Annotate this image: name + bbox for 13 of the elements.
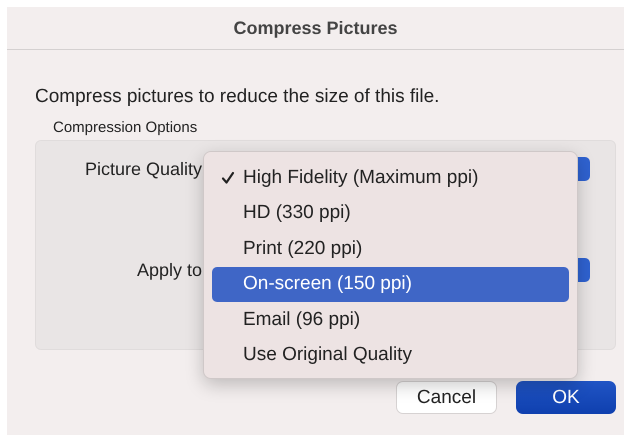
field-label: Picture Quality (84, 158, 202, 180)
window-title: Compress Pictures (233, 18, 398, 38)
menu-item[interactable]: High Fidelity (Maximum ppi) (212, 160, 569, 196)
ok-button[interactable]: OK (516, 381, 616, 414)
description-text: Compress pictures to reduce the size of this file. (35, 86, 440, 108)
menu-item[interactable]: Print (220 ppi) (212, 231, 569, 266)
menu-item[interactable]: HD (330 ppi) (212, 196, 569, 231)
menu-item[interactable]: Use Original Quality (212, 338, 569, 373)
group-title: Compression Options (53, 119, 198, 136)
menu-item[interactable]: Email (96 ppi) (212, 302, 569, 338)
cancel-button[interactable]: Cancel (396, 381, 497, 414)
field-label: Apply to (136, 260, 202, 280)
menu-item[interactable]: On-screen (150 ppi) (212, 266, 569, 302)
